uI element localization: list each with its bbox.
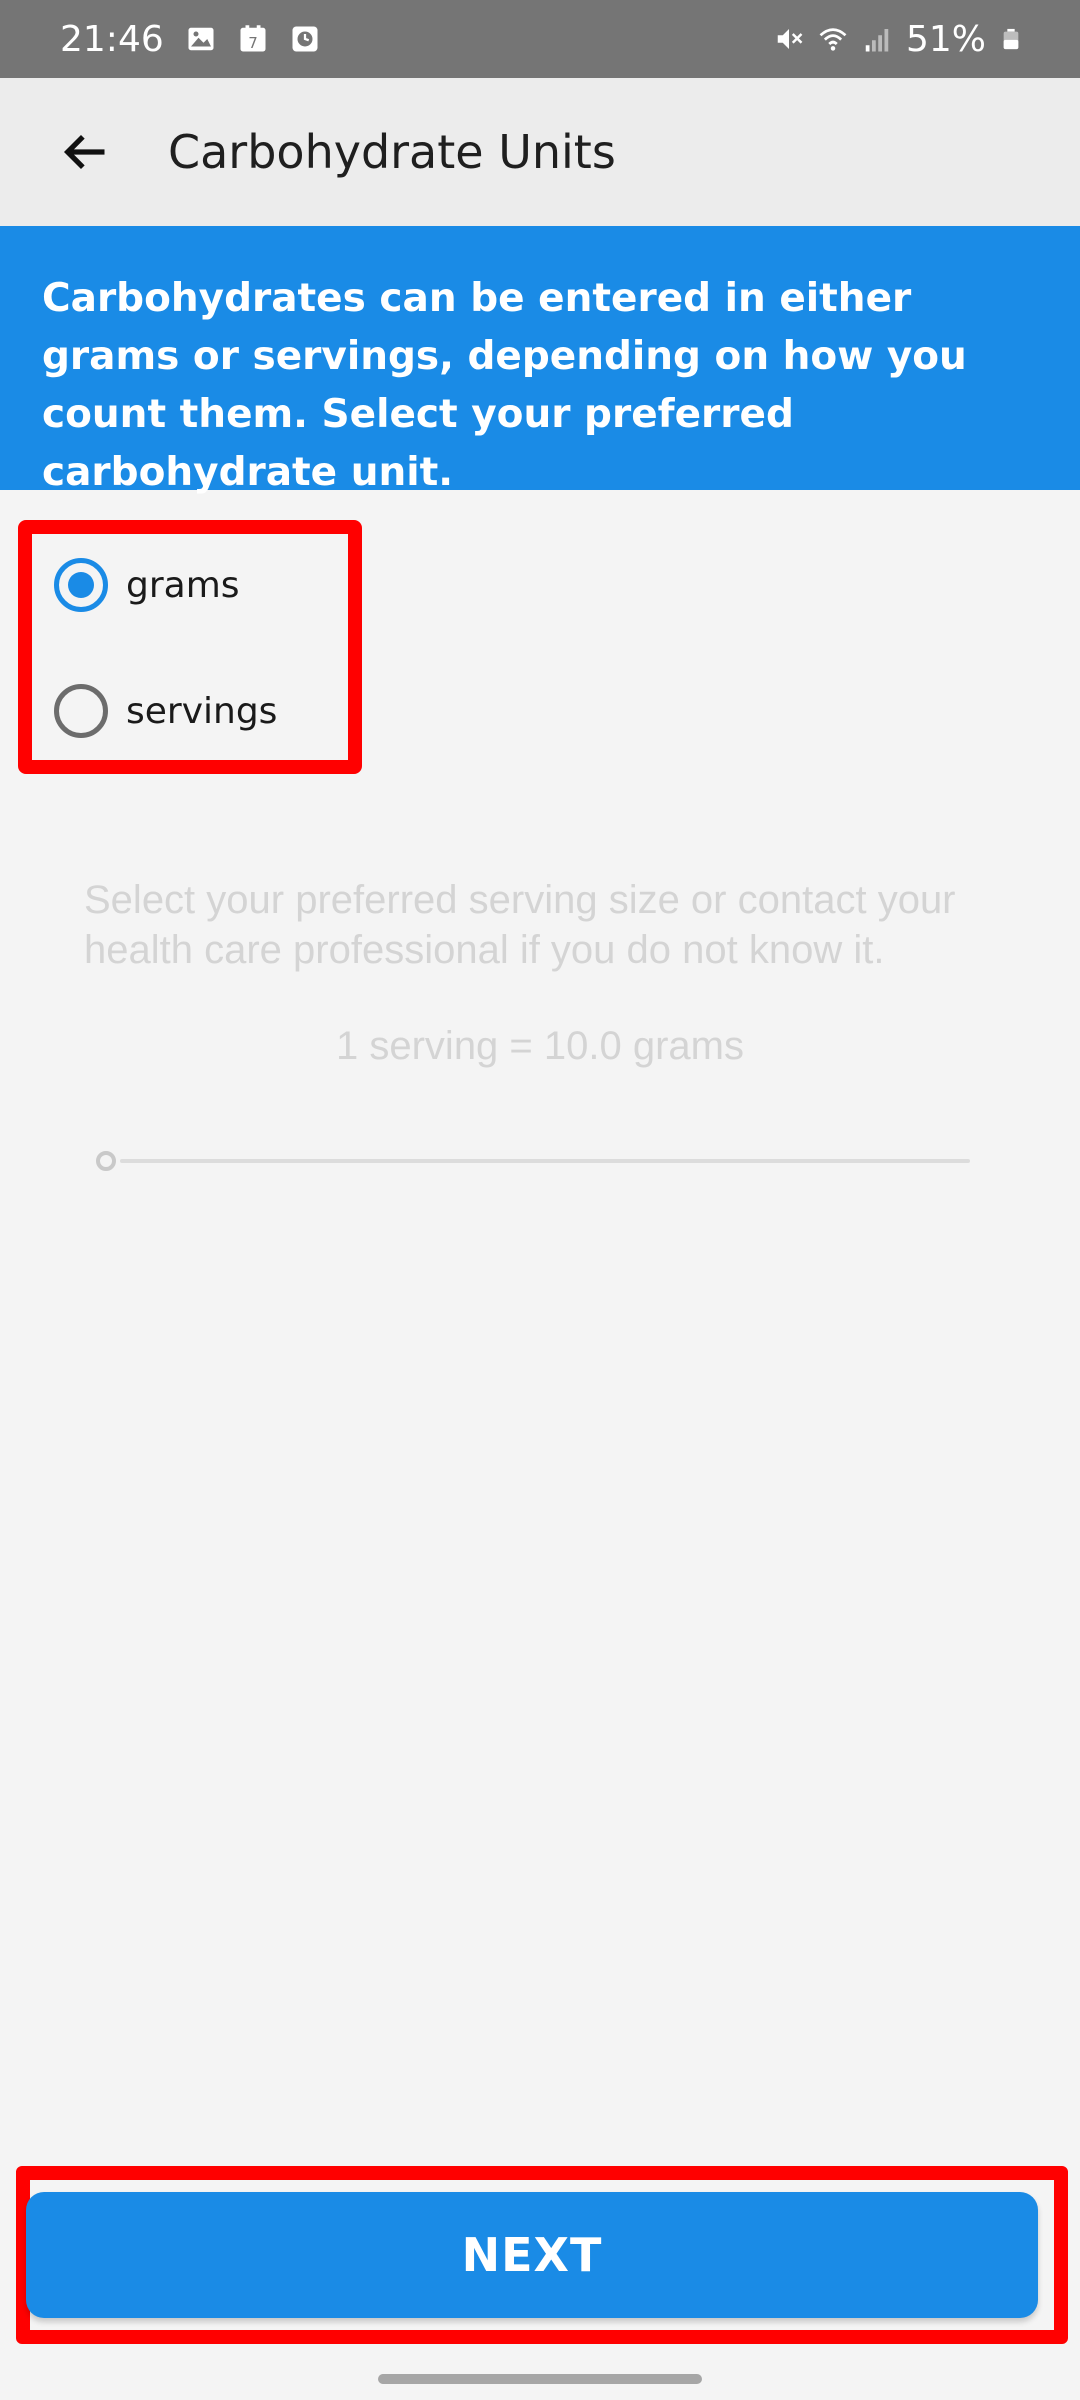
slider-thumb[interactable]: [96, 1151, 116, 1171]
serving-size-hint: Select your preferred serving size or co…: [84, 878, 956, 972]
radio-button-grams[interactable]: [54, 558, 108, 612]
carb-unit-radio-group: grams servings: [18, 520, 362, 774]
status-left: 21:46 7: [60, 19, 320, 60]
status-time: 21:46: [60, 18, 164, 60]
radio-label-grams: grams: [126, 564, 240, 606]
clock-icon: [292, 26, 318, 52]
gallery-icon: [188, 27, 214, 51]
page-title: Carbohydrate Units: [168, 125, 616, 179]
back-button[interactable]: [40, 107, 130, 197]
serving-size-slider[interactable]: [96, 1150, 976, 1172]
status-bar: 21:46 7 51%: [0, 0, 1080, 78]
next-button-label: NEXT: [461, 2228, 603, 2282]
arrow-left-icon: [63, 134, 105, 170]
calendar-icon: 7: [240, 25, 266, 52]
info-banner-text: Carbohydrates can be entered in either g…: [42, 276, 967, 495]
battery-icon: [1003, 28, 1019, 50]
calendar-day: 7: [248, 34, 258, 52]
slider-track: [120, 1159, 970, 1163]
wifi-icon: [819, 28, 847, 51]
radio-button-servings[interactable]: [54, 684, 108, 738]
status-right: 51%: [774, 19, 1022, 60]
mute-icon: [777, 29, 803, 49]
radio-option-servings[interactable]: servings: [54, 676, 277, 746]
info-banner: Carbohydrates can be entered in either g…: [0, 226, 1080, 495]
radio-option-grams[interactable]: grams: [54, 550, 240, 620]
serving-size-value: 1 serving = 10.0 grams: [336, 1024, 744, 1068]
next-button[interactable]: NEXT: [26, 2192, 1038, 2318]
gesture-bar[interactable]: [378, 2374, 702, 2384]
battery-percent: 51%: [905, 18, 986, 60]
app-bar: Carbohydrate Units: [0, 78, 1080, 226]
signal-icon: [865, 29, 889, 52]
radio-label-servings: servings: [126, 690, 278, 732]
